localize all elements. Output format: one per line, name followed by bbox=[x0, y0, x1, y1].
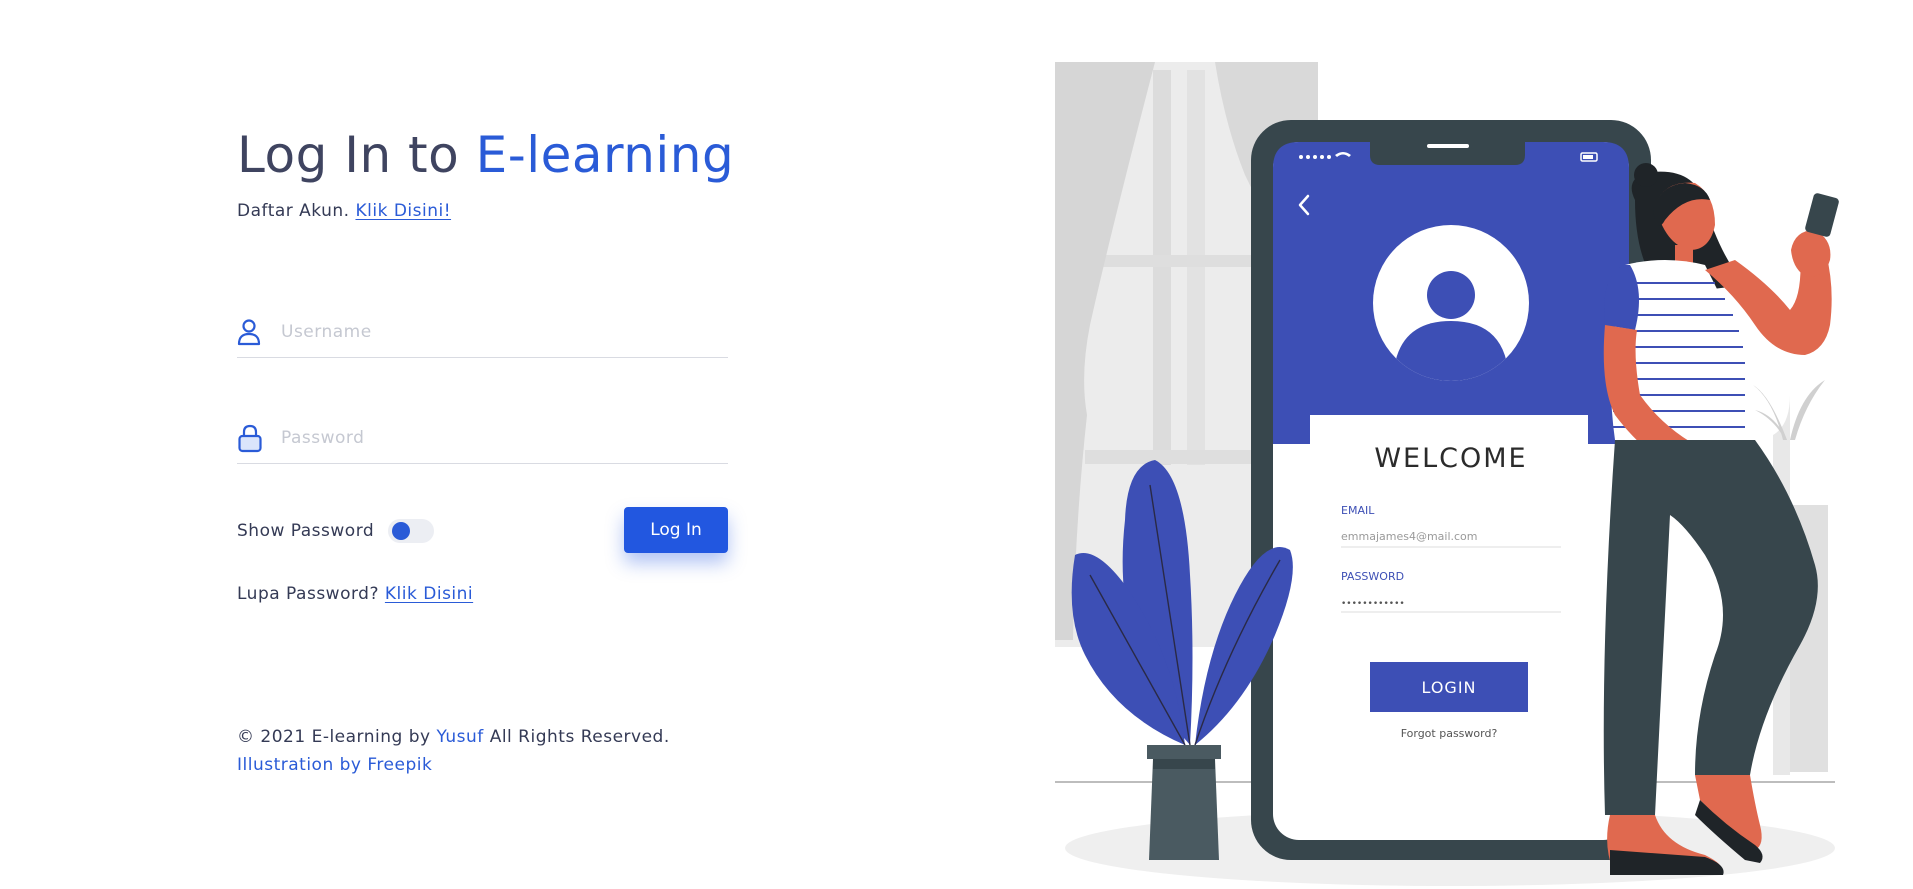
illus-password-label: PASSWORD bbox=[1341, 570, 1404, 583]
show-password-toggle[interactable] bbox=[388, 519, 435, 543]
copyright-prefix: © 2021 E-learning by bbox=[237, 727, 437, 747]
illus-email-label: EMAIL bbox=[1341, 504, 1375, 517]
show-password-row: Show Password bbox=[237, 519, 435, 543]
register-text: Daftar Akun. bbox=[237, 201, 356, 221]
lock-icon bbox=[237, 423, 265, 453]
password-input[interactable] bbox=[281, 427, 701, 448]
register-link[interactable]: Klik Disini! bbox=[355, 201, 451, 221]
forgot-text: Lupa Password? bbox=[237, 584, 385, 604]
copyright-suffix: All Rights Reserved. bbox=[483, 727, 670, 747]
password-field bbox=[237, 412, 728, 464]
username-field bbox=[237, 306, 728, 358]
user-icon bbox=[237, 317, 265, 347]
login-illustration: WELCOME EMAIL emmajames4@mail.com PASSWO… bbox=[1055, 62, 1839, 886]
copyright-line: © 2021 E-learning by Yusuf All Rights Re… bbox=[237, 723, 670, 751]
illus-welcome-text: WELCOME bbox=[1374, 443, 1527, 474]
title-prefix: Log In to bbox=[237, 126, 476, 184]
login-panel: Log In to E-learning Daftar Akun. Klik D… bbox=[237, 0, 737, 889]
forgot-password-link[interactable]: Klik Disini bbox=[385, 584, 473, 604]
author-name: Yusuf bbox=[436, 727, 484, 747]
title-brand: E-learning bbox=[475, 126, 735, 184]
illus-login-label: LOGIN bbox=[1421, 678, 1476, 697]
login-button[interactable]: Log In bbox=[624, 507, 728, 553]
forgot-password-prompt: Lupa Password? Klik Disini bbox=[237, 584, 473, 604]
show-password-label: Show Password bbox=[237, 521, 375, 541]
register-prompt: Daftar Akun. Klik Disini! bbox=[237, 201, 451, 221]
illus-email-value: emmajames4@mail.com bbox=[1341, 530, 1478, 543]
illus-password-value: •••••••••••• bbox=[1341, 599, 1405, 609]
footer: © 2021 E-learning by Yusuf All Rights Re… bbox=[237, 723, 670, 779]
username-input[interactable] bbox=[281, 321, 701, 342]
toggle-knob bbox=[392, 522, 411, 540]
illustration-credit: Illustration by Freepik bbox=[237, 755, 433, 775]
illus-forgot-label: Forgot password? bbox=[1401, 727, 1498, 740]
page-title: Log In to E-learning bbox=[237, 126, 734, 184]
